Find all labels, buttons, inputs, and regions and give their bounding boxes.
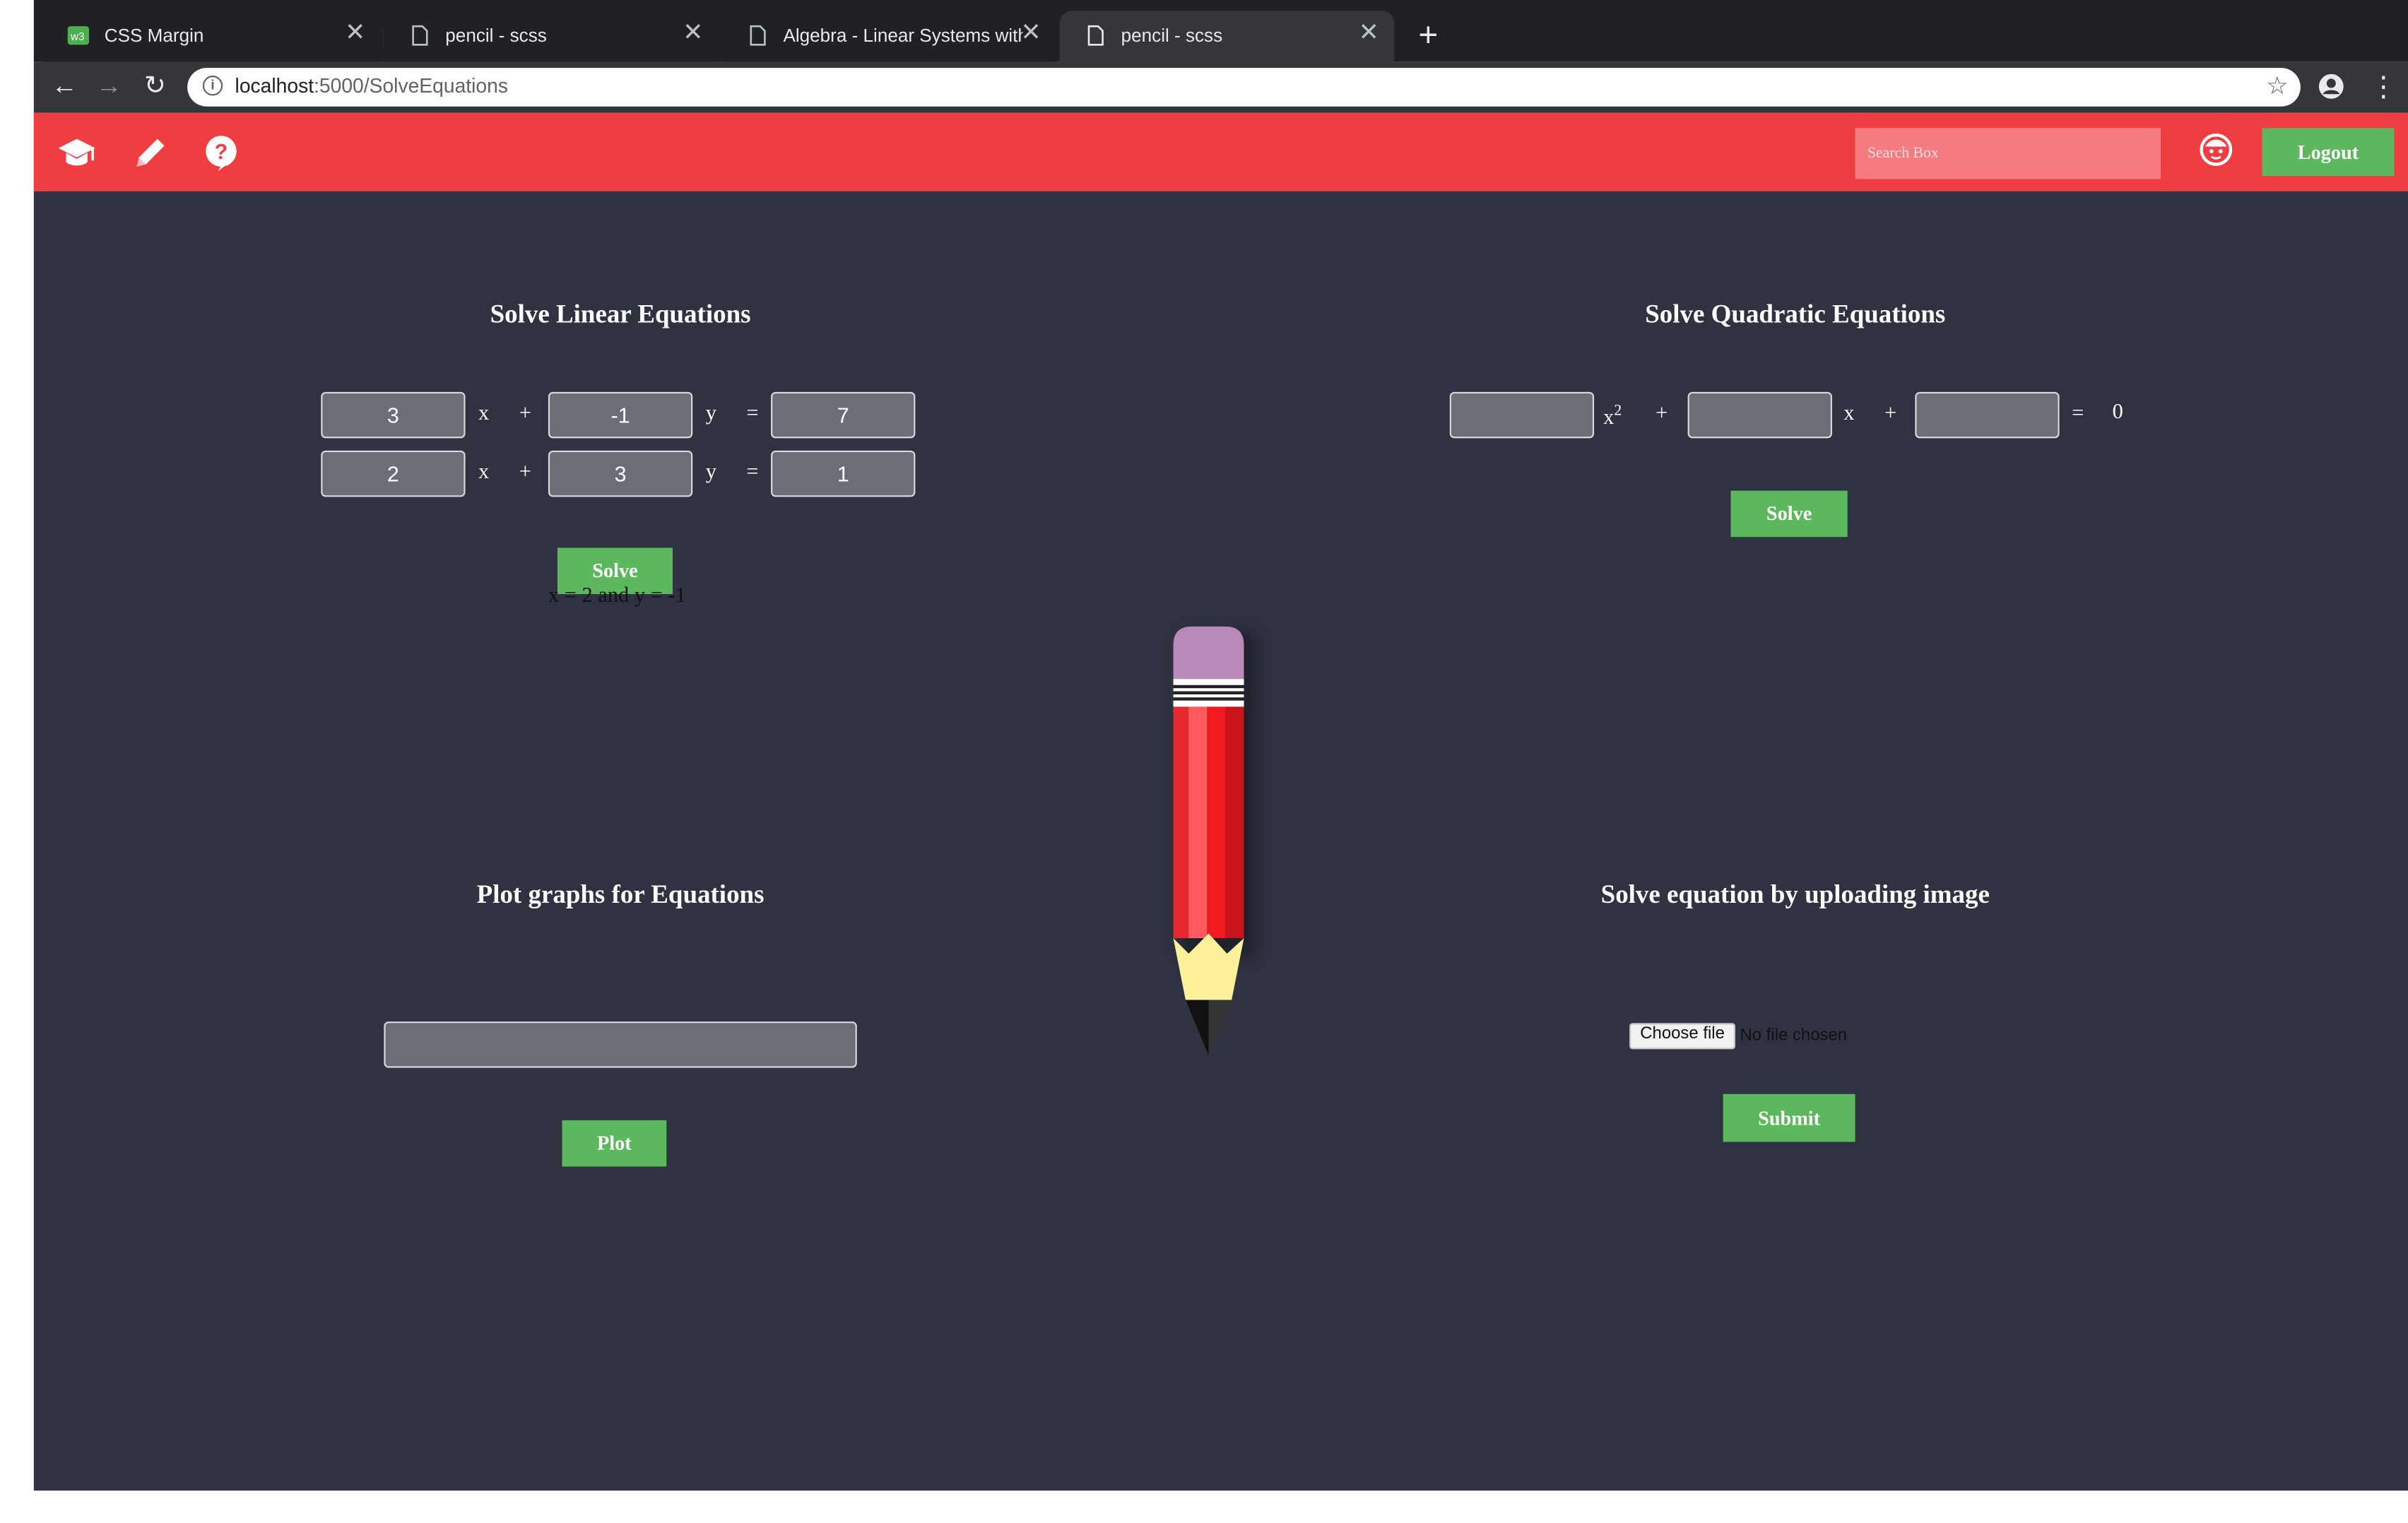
x-label: x (478, 461, 490, 485)
address-host: localhost (235, 73, 314, 97)
linear-c1-input[interactable] (771, 391, 916, 439)
w3-favicon-icon: w3 (67, 26, 90, 45)
address-url[interactable]: localhost:5000/SolveEquations (235, 74, 508, 97)
page-icon (412, 25, 428, 46)
plus-sign: + (1884, 403, 1897, 426)
browser-tab[interactable]: w3 CSS Margin ✕ (42, 11, 382, 62)
profile-icon[interactable] (2318, 73, 2345, 100)
new-tab-icon[interactable]: + (1410, 18, 1446, 55)
screen: w3 CSS Margin ✕ pencil - scss ✕ Algebra … (0, 0, 2408, 1523)
x-squared-label: x2 (1603, 403, 1640, 432)
plus-sign: + (519, 403, 531, 426)
browser-menu-icon[interactable]: ⋮ (2370, 71, 2397, 102)
search-input[interactable] (1855, 128, 2161, 179)
y-label: y (705, 461, 716, 485)
svg-text:?: ? (215, 140, 228, 164)
browser-tab-active[interactable]: pencil - scss ✕ (1059, 11, 1395, 62)
linear-section-title: Solve Linear Equations (490, 299, 751, 329)
quadratic-a-input[interactable] (1449, 391, 1595, 439)
browser-tab[interactable]: Algebra - Linear Systems with ✕ (721, 11, 1057, 62)
pencil-icon[interactable] (129, 131, 172, 174)
help-icon[interactable]: ? (200, 131, 243, 174)
tab-close-icon[interactable]: ✕ (1359, 20, 1379, 47)
forward-arrow-icon[interactable]: → (92, 69, 126, 103)
plot-equation-input[interactable] (384, 1021, 857, 1068)
info-icon[interactable]: i (202, 76, 223, 96)
address-bar[interactable]: i localhost:5000/SolveEquations ☆ (187, 68, 2301, 107)
logout-button[interactable]: Logout (2262, 128, 2395, 177)
quadratic-solve-button[interactable]: Solve (1730, 490, 1848, 538)
tab-close-icon[interactable]: ✕ (345, 20, 365, 47)
plot-section-title: Plot graphs for Equations (476, 879, 765, 909)
equals-sign: = (746, 403, 759, 426)
user-face-icon[interactable] (2199, 133, 2233, 167)
zero-value: 0 (2112, 401, 2123, 425)
x-label: x (1603, 406, 1615, 430)
y-label: y (705, 403, 716, 426)
quadratic-b-input[interactable] (1687, 391, 1832, 439)
linear-c2-input[interactable] (771, 450, 916, 497)
equals-sign: = (746, 461, 759, 485)
reload-icon[interactable]: ↻ (138, 69, 172, 103)
pencil-illustration (1173, 626, 1256, 1056)
tab-title: pencil - scss (1121, 24, 1223, 47)
page-icon (750, 25, 766, 46)
choose-file-button[interactable]: Choose file (1629, 1023, 1736, 1050)
address-path: :5000/SolveEquations (314, 73, 508, 97)
linear-a1-input[interactable] (321, 391, 466, 439)
plus-sign: + (1656, 403, 1668, 426)
equals-sign: = (2072, 403, 2084, 426)
back-arrow-icon[interactable]: ← (47, 69, 81, 103)
x-label: x (1843, 403, 1855, 426)
svg-text:w3: w3 (70, 31, 84, 43)
quadratic-c-input[interactable] (1915, 391, 2060, 439)
linear-b1-input[interactable] (548, 391, 693, 439)
no-file-chosen-text: No file chosen (1740, 1026, 1848, 1045)
tab-close-icon[interactable]: ✕ (683, 20, 703, 47)
linear-result-text: x = 2 and y = -1 (548, 584, 686, 608)
browser-tab[interactable]: pencil - scss ✕ (384, 11, 719, 62)
upload-section-title: Solve equation by uploading image (1600, 879, 1990, 909)
tab-title: CSS Margin (104, 24, 204, 47)
linear-b2-input[interactable] (548, 450, 693, 497)
submit-button[interactable]: Submit (1723, 1094, 1855, 1142)
linear-a2-input[interactable] (321, 450, 466, 497)
bookmark-star-icon[interactable]: ☆ (2266, 71, 2288, 102)
graduation-cap-icon[interactable] (55, 131, 98, 174)
plot-button[interactable]: Plot (562, 1120, 667, 1167)
tab-title: pencil - scss (445, 24, 547, 47)
tab-title: Algebra - Linear Systems with (783, 24, 1023, 47)
exponent-label: 2 (1614, 403, 1622, 420)
page-icon (1087, 25, 1104, 46)
x-label: x (478, 403, 490, 426)
plus-sign: + (519, 461, 531, 485)
quadratic-section-title: Solve Quadratic Equations (1645, 299, 1946, 329)
tab-close-icon[interactable]: ✕ (1020, 20, 1041, 47)
